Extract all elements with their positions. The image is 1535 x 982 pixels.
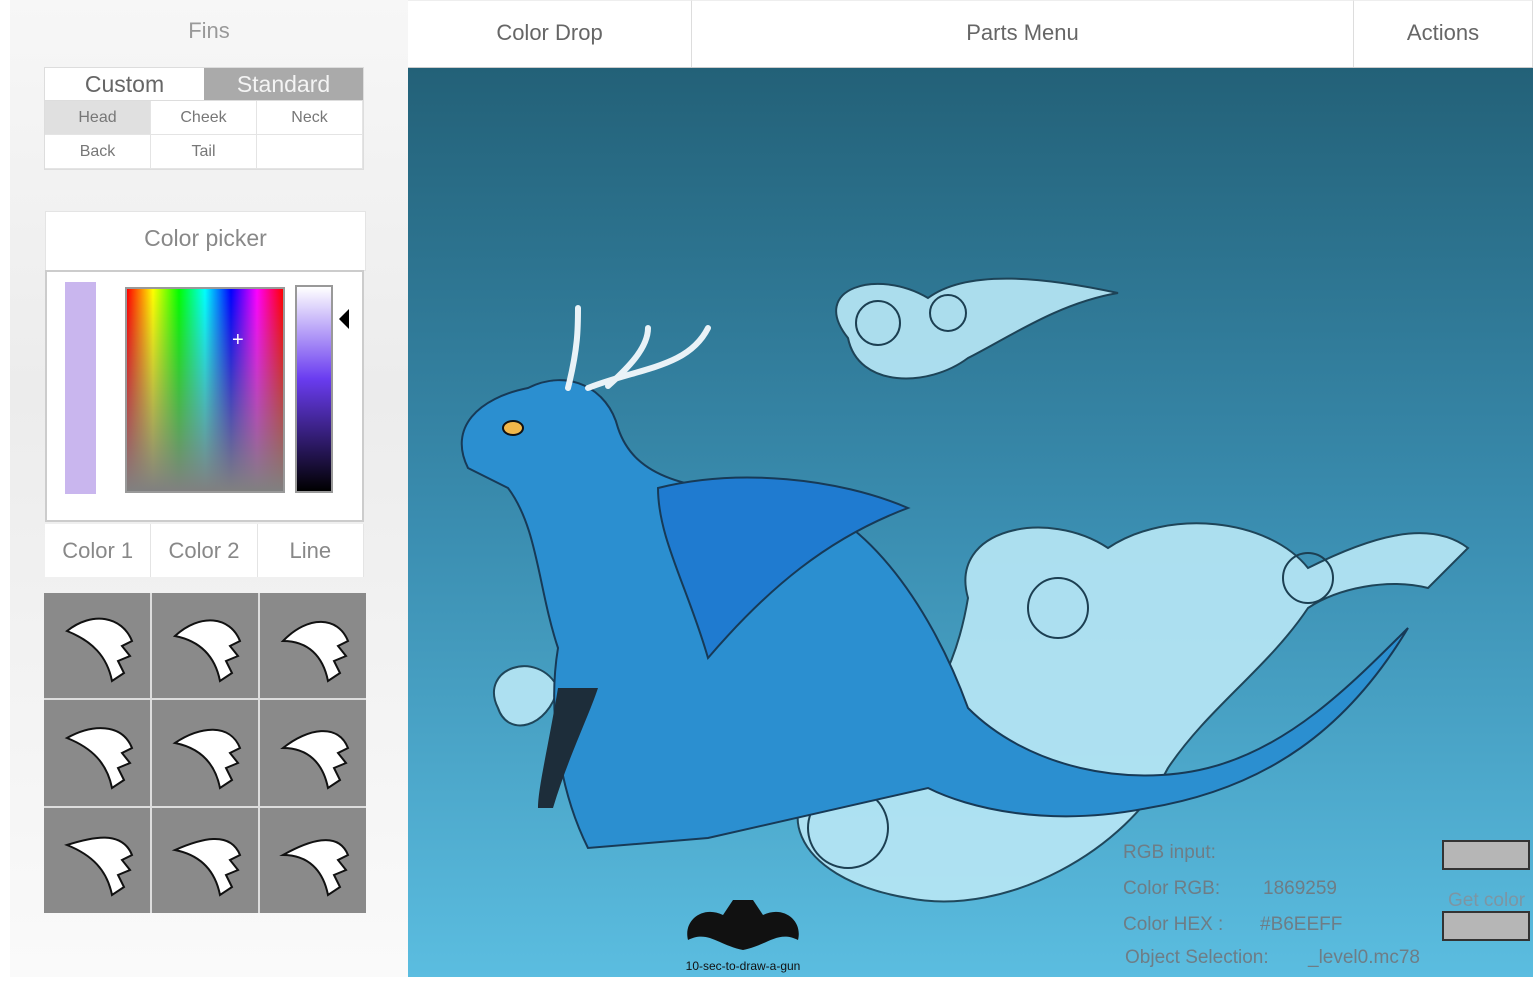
left-panel: Fins Custom Standard Head Cheek Neck Bac… [10,0,408,977]
fin-option[interactable] [152,700,258,806]
tab-parts-menu[interactable]: Parts Menu [692,0,1354,67]
panel-title: Fins [188,18,230,43]
fin-option[interactable] [260,807,366,913]
tab-actions[interactable]: Actions [1354,0,1533,67]
color-hex-label: Color HEX : [1123,914,1224,935]
part-cheek[interactable]: Cheek [151,101,257,135]
fin-option[interactable] [260,593,366,699]
fin-icon [171,838,242,897]
tab-color-1[interactable]: Color 1 [45,524,152,577]
color-rgb-value: 1869259 [1263,878,1337,899]
tab-color-2[interactable]: Color 2 [151,524,258,577]
fin-icon [64,836,134,897]
fin-option[interactable] [152,807,258,913]
tab-color-drop[interactable]: Color Drop [408,0,692,67]
object-selection-value: _level0.mc78 [1308,947,1420,968]
fin-option[interactable] [44,700,150,806]
color-hex-value: #B6EEFF [1260,914,1343,935]
color-picker-title: Color picker [45,211,366,271]
fin-option[interactable] [260,700,366,806]
dragon-illustration [460,277,1470,903]
tab-line[interactable]: Line [258,524,364,577]
fin-icon [172,728,242,790]
watermark-text: 10-sec-to-draw-a-gun [685,959,801,973]
part-head[interactable]: Head [45,101,151,135]
fin-icon [280,620,350,683]
brightness-slider[interactable] [295,285,333,493]
fin-icon [172,619,242,683]
color-rgb-label: Color RGB: [1123,878,1221,899]
tab-standard[interactable]: Standard [204,68,363,100]
part-empty [257,135,363,169]
watermark-logo-icon [687,900,799,950]
parts-grid: Head Cheek Neck Back Tail [44,101,364,170]
mode-tabs: Custom Standard [44,67,364,101]
crosshair-icon[interactable]: + [232,329,244,352]
rgb-input-label: RGB input: [1123,842,1216,863]
slider-arrow-icon[interactable] [339,309,349,329]
rgb-input-field[interactable] [1442,840,1530,870]
object-selection-label: Object Selection: [1125,947,1269,968]
current-color-swatch [65,282,96,494]
color-spectrum[interactable]: + [125,287,285,493]
part-back[interactable]: Back [45,135,151,169]
fin-option[interactable] [44,593,150,699]
get-color-button[interactable] [1442,911,1530,941]
dragon-canvas[interactable]: RGB input: Color RGB: 1869259 Color HEX … [408,68,1533,977]
fin-option[interactable] [152,593,258,699]
part-neck[interactable]: Neck [257,101,363,135]
tab-custom[interactable]: Custom [45,68,204,100]
color-picker: + [45,270,364,522]
watermark: 10-sec-to-draw-a-gun [673,890,813,975]
get-color-label: Get color [1448,890,1526,911]
top-nav: Color Drop Parts Menu Actions [408,0,1533,68]
part-tail[interactable]: Tail [151,135,257,169]
fin-icon [64,727,134,790]
fin-options-grid [44,593,366,913]
fin-option[interactable] [44,807,150,913]
color-tabs: Color 1 Color 2 Line [45,524,364,577]
fin-icon [279,839,350,897]
fin-icon [280,730,350,790]
fin-icon [65,617,134,683]
